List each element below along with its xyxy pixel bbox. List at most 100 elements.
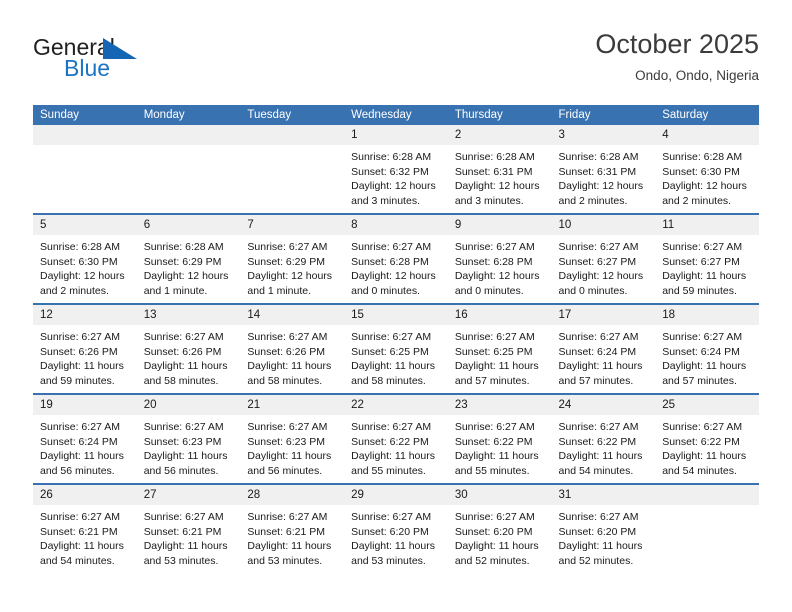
calendar-day-cell[interactable]: 24 Sunrise: 6:27 AM Sunset: 6:22 PM Dayligh… — [551, 393, 656, 484]
calendar-day-cell[interactable]: 18 Sunrise: 6:27 AM Sunset: 6:24 PM Dayligh… — [655, 303, 759, 394]
calendar-day-cell[interactable]: 1 Sunrise: 6:28 AM Sunset: 6:32 PM Daylight… — [344, 125, 448, 214]
calendar-day-cell[interactable]: 12 Sunrise: 6:27 AM Sunset: 6:26 PM Dayligh… — [33, 303, 137, 394]
sunrise-text: Sunrise: 6:28 AM — [454, 151, 535, 163]
sunrise-text: Sunrise: 6:27 AM — [351, 241, 432, 253]
day-details: Sunrise: 6:27 AM Sunset: 6:24 PM Daylight:… — [655, 325, 759, 388]
day-number: 17 — [551, 305, 656, 325]
calendar-day-cell[interactable]: 25 Sunrise: 6:27 AM Sunset: 6:22 PM Dayligh… — [655, 393, 759, 484]
sunset-text: Sunset: 6:21 PM — [40, 525, 118, 538]
day-details: Sunrise: 6:27 AM Sunset: 6:26 PM Daylight:… — [240, 325, 344, 388]
calendar-day-cell[interactable]: 5 Sunrise: 6:28 AM Sunset: 6:30 PM Daylight… — [33, 213, 137, 304]
day-details: Sunrise: 6:27 AM Sunset: 6:21 PM Daylight:… — [33, 505, 137, 568]
calendar-day-cell[interactable]: 23 Sunrise: 6:27 AM Sunset: 6:22 PM Dayligh… — [447, 393, 552, 484]
calendar-week-row: 12 Sunrise: 6:27 AM Sunset: 6:26 PM Dayligh… — [33, 303, 759, 394]
calendar-week-row: 19 Sunrise: 6:27 AM Sunset: 6:24 PM Dayligh… — [33, 393, 759, 484]
day-number: 2 — [447, 125, 552, 145]
sunset-text: Sunset: 6:22 PM — [558, 435, 637, 448]
day-details: Sunrise: 6:28 AM Sunset: 6:31 PM Daylight:… — [552, 145, 656, 208]
day-details: Sunrise: 6:27 AM Sunset: 6:28 PM Daylight:… — [344, 235, 448, 298]
sunset-text: Sunset: 6:28 PM — [454, 255, 533, 268]
sunrise-text: Sunrise: 6:27 AM — [454, 511, 535, 523]
calendar-day-cell[interactable]: 6 Sunrise: 6:28 AM Sunset: 6:29 PM Daylight… — [136, 213, 241, 304]
page-title: October 2025 — [595, 29, 759, 59]
calendar-day-cell[interactable]: 4 Sunrise: 6:28 AM Sunset: 6:30 PM Daylight… — [655, 125, 759, 214]
sunrise-text: Sunrise: 6:27 AM — [558, 421, 639, 433]
day-details: Sunrise: 6:27 AM Sunset: 6:26 PM Daylight:… — [33, 325, 137, 388]
sunrise-text: Sunrise: 6:27 AM — [143, 331, 224, 343]
day-number: 18 — [655, 305, 759, 325]
sunset-text: Sunset: 6:20 PM — [351, 525, 429, 538]
sunrise-text: Sunrise: 6:27 AM — [662, 421, 743, 433]
day-number: 25 — [655, 395, 759, 415]
day-number: 5 — [33, 215, 137, 235]
day-details: Sunrise: 6:27 AM Sunset: 6:20 PM Daylight:… — [344, 505, 448, 568]
daylight-text: Daylight: 11 hours and 58 minutes. — [351, 360, 435, 387]
calendar-page: General Blue October 2025 Ondo, Ondo, Ni… — [0, 0, 792, 612]
sunset-text: Sunset: 6:27 PM — [662, 255, 740, 268]
calendar-day-cell[interactable]: 9 Sunrise: 6:27 AM Sunset: 6:28 PM Daylight… — [447, 213, 552, 304]
calendar-day-cell[interactable]: 31 Sunrise: 6:27 AM Sunset: 6:20 PM Dayligh… — [551, 483, 656, 573]
day-details: Sunrise: 6:27 AM Sunset: 6:24 PM Daylight:… — [33, 415, 137, 478]
calendar-day-cell[interactable]: 13 Sunrise: 6:27 AM Sunset: 6:26 PM Dayligh… — [136, 303, 241, 394]
calendar-table: Sunday Monday Tuesday Wednesday Thursday… — [33, 105, 759, 573]
calendar-day-cell[interactable]: 3 Sunrise: 6:28 AM Sunset: 6:31 PM Daylight… — [551, 125, 656, 214]
calendar-body: 1 Sunrise: 6:28 AM Sunset: 6:32 PM Daylight… — [33, 125, 759, 573]
day-details: Sunrise: 6:27 AM Sunset: 6:22 PM Daylight:… — [552, 415, 656, 478]
calendar-day-cell[interactable]: 20 Sunrise: 6:27 AM Sunset: 6:23 PM Dayligh… — [136, 393, 241, 484]
day-number: 30 — [447, 485, 552, 505]
calendar-day-cell[interactable]: 19 Sunrise: 6:27 AM Sunset: 6:24 PM Dayligh… — [33, 393, 137, 484]
calendar-day-cell[interactable]: 30 Sunrise: 6:27 AM Sunset: 6:20 PM Dayligh… — [447, 483, 552, 573]
sunrise-text: Sunrise: 6:27 AM — [40, 331, 120, 343]
calendar-day-cell[interactable]: 7 Sunrise: 6:27 AM Sunset: 6:29 PM Daylight… — [240, 213, 345, 304]
daylight-text: Daylight: 12 hours and 0 minutes. — [558, 270, 644, 297]
calendar-day-cell[interactable]: 8 Sunrise: 6:27 AM Sunset: 6:28 PM Daylight… — [344, 213, 448, 304]
calendar-day-cell[interactable]: 16 Sunrise: 6:27 AM Sunset: 6:25 PM Dayligh… — [447, 303, 552, 394]
sunset-text: Sunset: 6:30 PM — [662, 165, 740, 178]
title-block: October 2025 Ondo, Ondo, Nigeria — [595, 28, 759, 86]
sunset-text: Sunset: 6:23 PM — [247, 435, 326, 448]
day-details: Sunrise: 6:28 AM Sunset: 6:30 PM Daylight:… — [655, 145, 759, 208]
sunrise-text: Sunrise: 6:28 AM — [662, 151, 743, 163]
sunrise-text: Sunrise: 6:28 AM — [558, 151, 639, 163]
day-number: 31 — [551, 485, 656, 505]
sunset-text: Sunset: 6:20 PM — [454, 525, 533, 538]
sunrise-text: Sunrise: 6:28 AM — [351, 151, 432, 163]
daylight-text: Daylight: 12 hours and 2 minutes. — [40, 270, 125, 297]
day-number: 1 — [344, 125, 448, 145]
day-details: Sunrise: 6:27 AM Sunset: 6:20 PM Daylight:… — [552, 505, 656, 568]
calendar-day-cell[interactable]: 10 Sunrise: 6:27 AM Sunset: 6:27 PM Dayligh… — [551, 213, 656, 304]
sunrise-text: Sunrise: 6:27 AM — [351, 511, 432, 523]
calendar-cell-empty — [240, 125, 345, 214]
calendar-day-cell[interactable]: 11 Sunrise: 6:27 AM Sunset: 6:27 PM Dayligh… — [655, 213, 759, 304]
calendar-day-cell[interactable]: 26 Sunrise: 6:27 AM Sunset: 6:21 PM Dayligh… — [33, 483, 137, 573]
day-number: 7 — [240, 215, 345, 235]
sunset-text: Sunset: 6:22 PM — [662, 435, 740, 448]
calendar-day-cell[interactable]: 22 Sunrise: 6:27 AM Sunset: 6:22 PM Dayligh… — [344, 393, 448, 484]
day-number — [655, 485, 759, 505]
calendar-day-cell[interactable]: 28 Sunrise: 6:27 AM Sunset: 6:21 PM Dayligh… — [240, 483, 345, 573]
sunset-text: Sunset: 6:31 PM — [558, 165, 637, 178]
day-number: 29 — [344, 485, 448, 505]
day-number — [33, 125, 137, 145]
daylight-text: Daylight: 11 hours and 56 minutes. — [143, 450, 228, 477]
calendar-day-cell[interactable]: 29 Sunrise: 6:27 AM Sunset: 6:20 PM Dayligh… — [344, 483, 448, 573]
weekday-header-wednesday: Wednesday — [344, 105, 448, 125]
calendar-day-cell[interactable]: 27 Sunrise: 6:27 AM Sunset: 6:21 PM Dayligh… — [136, 483, 241, 573]
weekday-header-tuesday: Tuesday — [240, 105, 345, 125]
calendar-cell-empty — [655, 483, 759, 573]
day-details: Sunrise: 6:27 AM Sunset: 6:25 PM Daylight:… — [344, 325, 448, 388]
calendar-day-cell[interactable]: 14 Sunrise: 6:27 AM Sunset: 6:26 PM Dayligh… — [240, 303, 345, 394]
calendar-day-cell[interactable]: 2 Sunrise: 6:28 AM Sunset: 6:31 PM Daylight… — [447, 125, 552, 214]
daylight-text: Daylight: 12 hours and 2 minutes. — [558, 180, 644, 207]
day-number: 20 — [136, 395, 241, 415]
daylight-text: Daylight: 11 hours and 53 minutes. — [143, 540, 228, 567]
calendar-day-cell[interactable]: 21 Sunrise: 6:27 AM Sunset: 6:23 PM Dayligh… — [240, 393, 345, 484]
daylight-text: Daylight: 11 hours and 52 minutes. — [558, 540, 643, 567]
daylight-text: Daylight: 12 hours and 1 minute. — [143, 270, 229, 297]
sunrise-text: Sunrise: 6:28 AM — [40, 241, 120, 253]
calendar-day-cell[interactable]: 17 Sunrise: 6:27 AM Sunset: 6:24 PM Dayligh… — [551, 303, 656, 394]
sunset-text: Sunset: 6:25 PM — [351, 345, 429, 358]
brand-logo[interactable]: General Blue — [33, 34, 253, 90]
sunset-text: Sunset: 6:27 PM — [558, 255, 637, 268]
calendar-day-cell[interactable]: 15 Sunrise: 6:27 AM Sunset: 6:25 PM Dayligh… — [344, 303, 448, 394]
